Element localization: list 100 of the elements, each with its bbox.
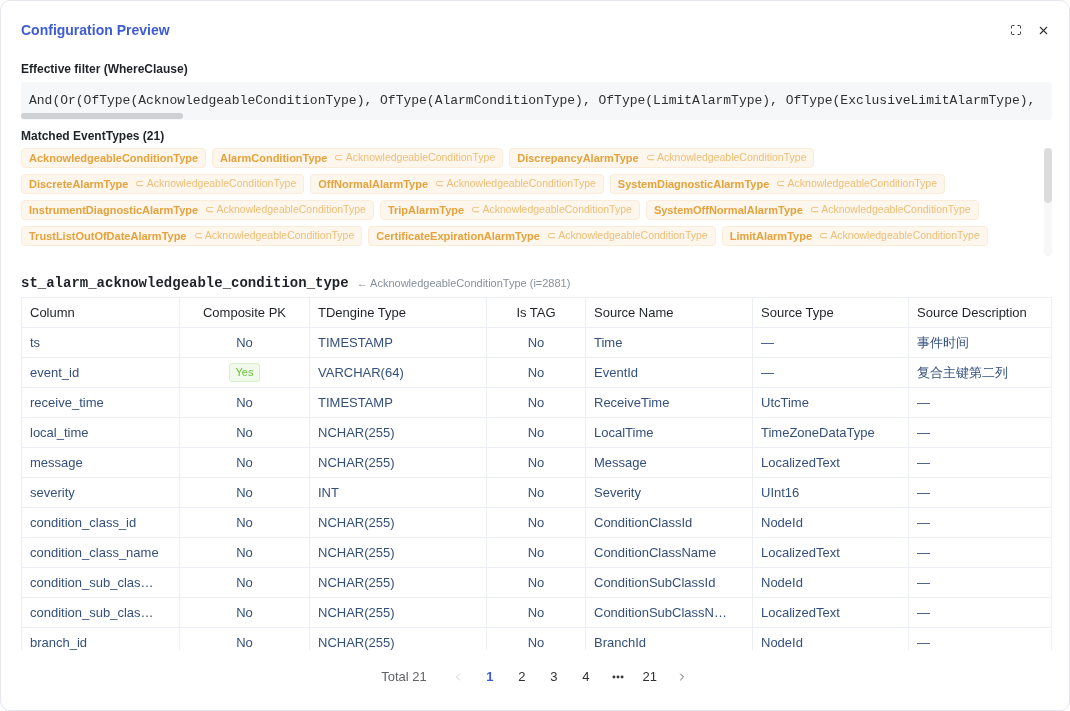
table-cell-text: 复合主键第二列	[916, 363, 1009, 382]
table-cell-text: —	[916, 423, 931, 442]
table-cell: Message	[586, 448, 753, 477]
type-name: LimitAlarmType	[729, 228, 812, 244]
parent-type: ⊂ AcknowledgeableConditionType	[471, 202, 632, 218]
type-name: AcknowledgeableConditionType	[29, 150, 199, 166]
table-cell: No	[487, 478, 586, 507]
parent-type: ⊂ AcknowledgeableConditionType	[819, 228, 980, 244]
fullscreen-icon[interactable]	[1010, 24, 1022, 36]
parent-type: ⊂ AcknowledgeableConditionType	[776, 176, 938, 192]
table-cell: LocalTime	[586, 418, 753, 447]
table-cell: No	[180, 628, 310, 650]
table-cell: UtcTime	[753, 388, 909, 417]
table-cell-text: —	[916, 483, 931, 502]
table-cell: No	[487, 598, 586, 627]
type-name: SystemOffNormalAlarmType	[653, 202, 803, 218]
column-header: Source Type	[753, 298, 909, 327]
table-cell-text: —	[916, 573, 931, 592]
table-cell: receive_time	[22, 388, 180, 417]
type-name: TripAlarmType	[387, 202, 465, 218]
table-cell: condition_sub_clas…	[22, 568, 180, 597]
table-cell: No	[180, 418, 310, 447]
table-cell: ConditionSubClassId	[586, 568, 753, 597]
table-cell: No	[487, 328, 586, 357]
table-cell: No	[180, 388, 310, 417]
table-cell: No	[180, 478, 310, 507]
composite-pk-badge: Yes	[228, 363, 261, 382]
page-button[interactable]: 3	[537, 663, 570, 691]
parent-type: ⊂ AcknowledgeableConditionType	[334, 150, 496, 166]
table-cell: NCHAR(255)	[310, 448, 487, 477]
table-cell: No	[487, 418, 586, 447]
table-cell: message	[22, 448, 180, 477]
type-name: DiscreteAlarmType	[29, 176, 129, 192]
table-cell: NCHAR(255)	[310, 418, 487, 447]
table-cell: No	[180, 508, 310, 537]
table-cell: No	[180, 448, 310, 477]
type-name: CertificateExpirationAlarmType	[376, 228, 540, 244]
parent-type: ⊂ AcknowledgeableConditionType	[135, 176, 297, 192]
table-cell: TimeZoneDataType	[753, 418, 909, 447]
table-cell: ReceiveTime	[586, 388, 753, 417]
column-header: TDengine Type	[310, 298, 487, 327]
table-cell: severity	[22, 478, 180, 507]
table-cell: TIMESTAMP	[310, 328, 487, 357]
table-cell: NCHAR(255)	[310, 598, 487, 627]
table-cell: NCHAR(255)	[310, 508, 487, 537]
table-cell: No	[180, 598, 310, 627]
table-cell: No	[487, 568, 586, 597]
scrollbar-thumb[interactable]	[1044, 148, 1052, 203]
table-cell: ConditionClassId	[586, 508, 753, 537]
table-cell: No	[180, 568, 310, 597]
scrollbar-thumb[interactable]	[21, 113, 183, 119]
type-name: DiscrepancyAlarmType	[517, 150, 639, 166]
table-cell: No	[487, 388, 586, 417]
table-cell: ts	[22, 328, 180, 357]
table-cell: ConditionClassName	[586, 538, 753, 567]
table-cell-text: —	[916, 513, 931, 532]
table-cell: ConditionSubClassN…	[586, 598, 753, 627]
table-cell: No	[487, 358, 586, 387]
table-cell: NCHAR(255)	[310, 628, 487, 650]
type-name: TrustListOutOfDateAlarmType	[29, 228, 187, 244]
table-cell: No	[487, 628, 586, 650]
section-label: Matched EventTypes (21)	[21, 128, 166, 144]
table-cell: No	[180, 328, 310, 357]
table-cell: NodeId	[753, 568, 909, 597]
table-cell: LocalizedText	[753, 598, 909, 627]
type-name: SystemDiagnosticAlarmType	[617, 176, 770, 192]
table-cell: —	[753, 358, 909, 387]
table-cell: NodeId	[753, 508, 909, 537]
dialog-title: Configuration Preview	[21, 21, 170, 40]
page-button[interactable]: 21	[633, 663, 666, 691]
page-button[interactable]: 2	[505, 663, 538, 691]
column-header: Source Name	[586, 298, 753, 327]
table-cell: LocalizedText	[753, 448, 909, 477]
table-cell-text: —	[916, 603, 931, 622]
section-label: Effective filter (WhereClause)	[21, 61, 189, 77]
table-cell: BranchId	[586, 628, 753, 650]
type-name: AlarmConditionType	[220, 150, 328, 166]
page-button[interactable]: 4	[569, 663, 602, 691]
table-cell: —	[753, 328, 909, 357]
table-cell: condition_sub_clas…	[22, 598, 180, 627]
table-cell-text: —	[916, 543, 931, 562]
table-cell: branch_id	[22, 628, 180, 650]
column-header: Column	[22, 298, 180, 327]
filter-expression: And(Or(OfType(AcknowledgeableConditionType), OfType(AlarmConditionType), OfType(LimitAlarmType), OfType(ExclusiveLimitAlarmType),	[28, 92, 1037, 110]
table-cell: No	[487, 538, 586, 567]
source-type-label: ← AcknowledgeableConditionType (i=2881)	[356, 276, 571, 291]
page-button[interactable]: 1	[473, 663, 506, 691]
table-cell-text: —	[916, 453, 931, 472]
total-count: Total 21	[381, 668, 427, 687]
table-cell: No	[487, 448, 586, 477]
parent-type: ⊂ AcknowledgeableConditionType	[193, 228, 355, 244]
table-cell-text: 事件时间	[916, 333, 970, 352]
parent-type: ⊂ AcknowledgeableConditionType	[546, 228, 708, 244]
table-cell: VARCHAR(64)	[310, 358, 487, 387]
table-cell: condition_class_id	[22, 508, 180, 537]
column-header: Is TAG	[487, 298, 586, 327]
table-cell: EventId	[586, 358, 753, 387]
column-header: Source Description	[916, 303, 1028, 322]
table-cell: NCHAR(255)	[310, 538, 487, 567]
table-cell: UInt16	[753, 478, 909, 507]
